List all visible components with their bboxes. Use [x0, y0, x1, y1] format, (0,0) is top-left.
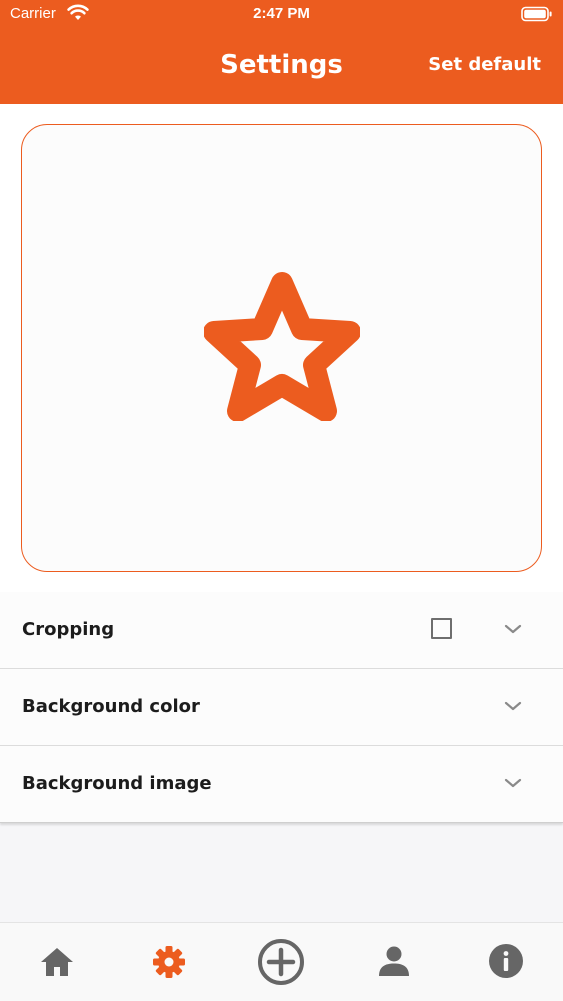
preview-area: [0, 104, 563, 592]
background-image-row[interactable]: Background image: [0, 746, 563, 823]
tab-home[interactable]: [0, 923, 112, 1001]
chevron-down-icon[interactable]: [503, 623, 523, 635]
navigation-bar: Settings Set default: [0, 30, 563, 104]
background-color-label: Background color: [22, 696, 200, 717]
cropping-checkbox[interactable]: [431, 618, 452, 639]
settings-list: Cropping Background color Background ima…: [0, 592, 563, 823]
tab-add[interactable]: [225, 923, 337, 1001]
tab-info[interactable]: [450, 923, 562, 1001]
cropping-row[interactable]: Cropping: [0, 592, 563, 669]
tab-settings[interactable]: [112, 923, 224, 1001]
gear-icon: [153, 946, 185, 978]
battery-icon: [521, 6, 552, 22]
info-icon: [489, 944, 523, 978]
home-icon: [41, 948, 73, 976]
background-color-row[interactable]: Background color: [0, 669, 563, 746]
person-icon: [379, 946, 409, 976]
tab-bar: [0, 922, 563, 1001]
star-icon: [204, 272, 360, 421]
background-image-label: Background image: [22, 773, 212, 794]
set-default-button[interactable]: Set default: [428, 54, 541, 75]
status-time: 2:47 PM: [253, 5, 310, 22]
chevron-down-icon[interactable]: [503, 777, 523, 789]
icon-preview-card: [21, 124, 542, 572]
add-circle-icon: [258, 939, 304, 985]
status-bar: Carrier 2:47 PM: [0, 0, 563, 30]
chevron-down-icon[interactable]: [503, 700, 523, 712]
cropping-label: Cropping: [22, 619, 115, 640]
tab-profile[interactable]: [337, 923, 449, 1001]
